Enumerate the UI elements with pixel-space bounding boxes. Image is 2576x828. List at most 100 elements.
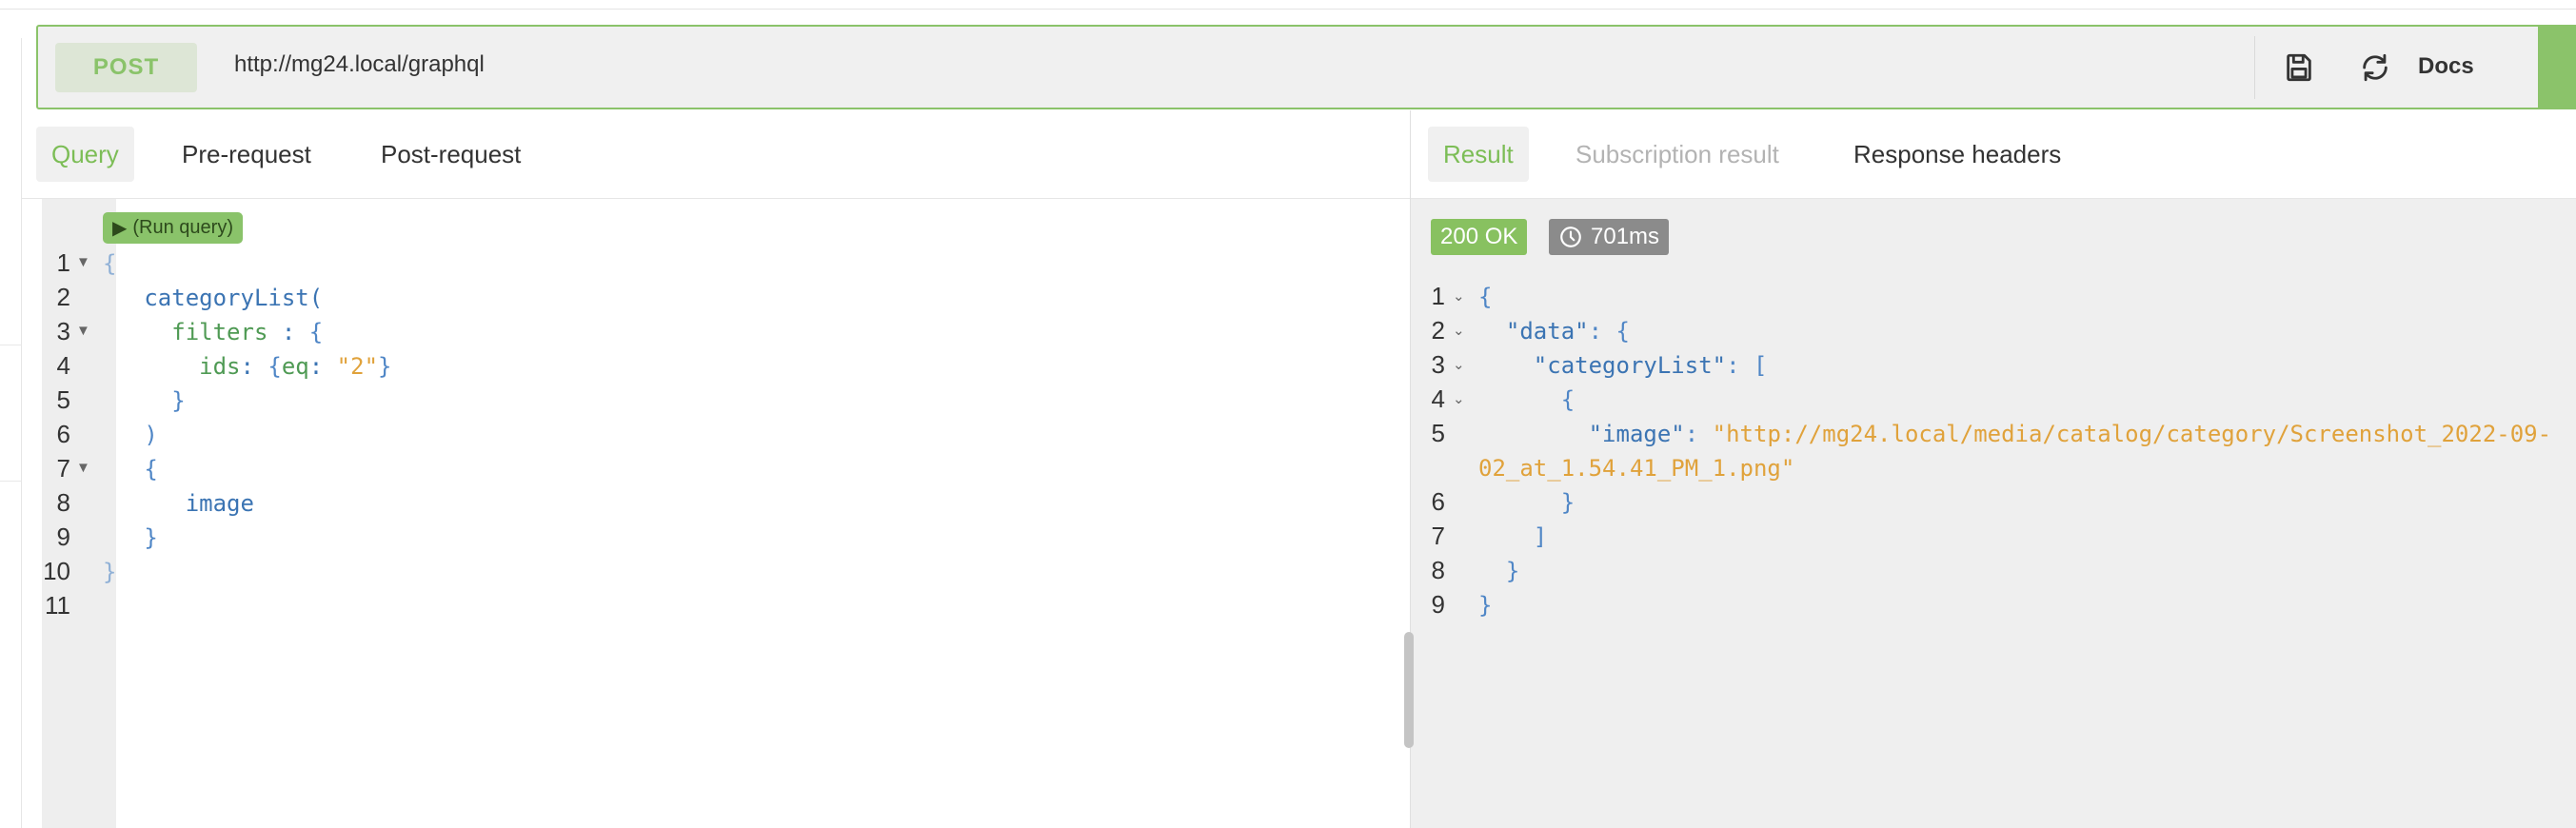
fold-toggle-icon[interactable]: ▼ <box>76 460 90 476</box>
fold-toggle-icon[interactable]: ⌄ <box>1453 322 1465 339</box>
code-token: } <box>1478 592 1493 619</box>
time-value: 701ms <box>1591 224 1660 249</box>
line-number: 3 <box>1431 350 1445 379</box>
code-line: ) <box>103 422 158 448</box>
fold-toggle-icon[interactable]: ⌄ <box>1453 390 1465 407</box>
code-token: eq <box>281 353 309 380</box>
code-token: } <box>1478 558 1520 584</box>
code-token: ids <box>103 353 241 380</box>
fold-toggle-icon[interactable]: ▼ <box>76 254 90 270</box>
tab-result[interactable]: Result <box>1428 127 1529 182</box>
code-token: categoryList( <box>103 285 324 311</box>
code-token: : { <box>1588 318 1630 345</box>
tab-response-headers[interactable]: Response headers <box>1838 127 2076 182</box>
code-line: "categoryList": [ <box>1478 352 1768 379</box>
line-number: 1 <box>1431 282 1445 310</box>
refresh-icon[interactable] <box>2353 46 2397 89</box>
code-line: ] <box>1478 523 1547 550</box>
code-token: filters <box>103 319 268 345</box>
code-token: "2" <box>336 353 379 380</box>
code-token: "http://mg24.local/media/catalog/categor… <box>1712 421 2552 447</box>
code-token: { <box>1478 284 1493 310</box>
code-line: { <box>1478 386 1575 413</box>
fold-toggle-icon[interactable]: ⌄ <box>1453 356 1465 373</box>
top-border <box>0 9 2576 10</box>
time-badge: 701ms <box>1549 219 1670 255</box>
clock-icon <box>1560 227 1581 247</box>
line-number: 1 <box>56 248 70 277</box>
code-line: 02_at_1.54.41_PM_1.png" <box>1478 455 1794 482</box>
tab-subscription-result[interactable]: Subscription result <box>1560 127 1794 182</box>
code-line: } <box>103 524 157 551</box>
save-icon[interactable] <box>2277 46 2321 89</box>
code-line: } <box>1478 558 1519 584</box>
code-token: } <box>1478 489 1575 516</box>
url-input[interactable]: http://mg24.local/graphql <box>234 51 485 78</box>
code-line: { <box>103 456 158 483</box>
code-line: } <box>1478 489 1575 516</box>
code-token: ] <box>1478 523 1548 550</box>
splitter-handle[interactable] <box>1404 632 1414 748</box>
code-token: "categoryList" <box>1478 352 1727 379</box>
code-token: "image" <box>1478 421 1685 447</box>
code-token: : <box>240 353 268 380</box>
code-line: ids: {eq: "2"} <box>103 353 391 380</box>
request-bar: POST http://mg24.local/graphql Docs <box>36 25 2576 109</box>
code-line: { <box>1478 284 1492 310</box>
code-line: "image": "http://mg24.local/media/catalo… <box>1478 421 2551 447</box>
line-number: 4 <box>1431 384 1445 413</box>
code-token: { <box>103 250 117 277</box>
result-panel <box>1411 199 2576 828</box>
url-divider <box>2254 36 2255 99</box>
line-number: 9 <box>56 522 70 551</box>
code-token: 02_at_1.54.41_PM_1.png" <box>1478 455 1795 482</box>
line-number: 2 <box>1431 316 1445 345</box>
accent-edge <box>2538 25 2576 109</box>
fold-toggle-icon[interactable]: ▼ <box>76 323 90 339</box>
code-token: } <box>103 559 117 585</box>
status-badge: 200 OK <box>1431 219 1528 255</box>
line-number: 6 <box>1431 487 1445 516</box>
line-number: 7 <box>56 454 70 483</box>
run-query-button[interactable]: ▶ (Run query) <box>103 212 243 244</box>
code-token: : [ <box>1726 352 1768 379</box>
line-number: 9 <box>1431 590 1445 619</box>
code-token: { <box>308 319 324 345</box>
code-line: "data": { <box>1478 318 1630 345</box>
fold-toggle-icon[interactable]: ⌄ <box>1453 287 1465 305</box>
code-token: ) <box>103 422 158 448</box>
tabs-border <box>21 198 1411 199</box>
code-token: image <box>103 490 254 517</box>
play-icon: ▶ <box>112 218 128 239</box>
code-line: image <box>103 490 254 517</box>
line-number: 11 <box>45 591 70 620</box>
code-token: { <box>1478 386 1575 413</box>
docs-button[interactable]: Docs <box>2418 53 2474 80</box>
line-number: 8 <box>56 488 70 517</box>
line-number: 7 <box>1431 522 1445 550</box>
line-number: 4 <box>56 351 70 380</box>
line-number: 10 <box>43 557 70 585</box>
code-token: } <box>378 353 392 380</box>
code-token: : <box>308 353 337 380</box>
line-number: 3 <box>56 317 70 345</box>
line-number: 5 <box>56 385 70 414</box>
tab-post-request[interactable]: Post-request <box>366 127 536 182</box>
left-border <box>21 38 22 828</box>
tab-pre-request[interactable]: Pre-request <box>167 127 327 182</box>
code-line: { <box>103 250 116 277</box>
tab-query[interactable]: Query <box>36 127 134 182</box>
code-token: "data" <box>1478 318 1589 345</box>
line-number: 6 <box>56 420 70 448</box>
side-divider <box>0 481 21 482</box>
method-button[interactable]: POST <box>55 43 197 92</box>
code-token: : <box>1684 421 1713 447</box>
code-line: filters : { <box>103 319 323 345</box>
code-token: } <box>103 387 186 414</box>
line-number: 5 <box>1431 419 1445 447</box>
tabs-border <box>1411 198 2576 199</box>
code-line: categoryList( <box>103 285 323 311</box>
run-query-label: (Run query) <box>132 217 233 238</box>
code-token: : <box>268 319 309 345</box>
code-token: { <box>103 456 158 483</box>
